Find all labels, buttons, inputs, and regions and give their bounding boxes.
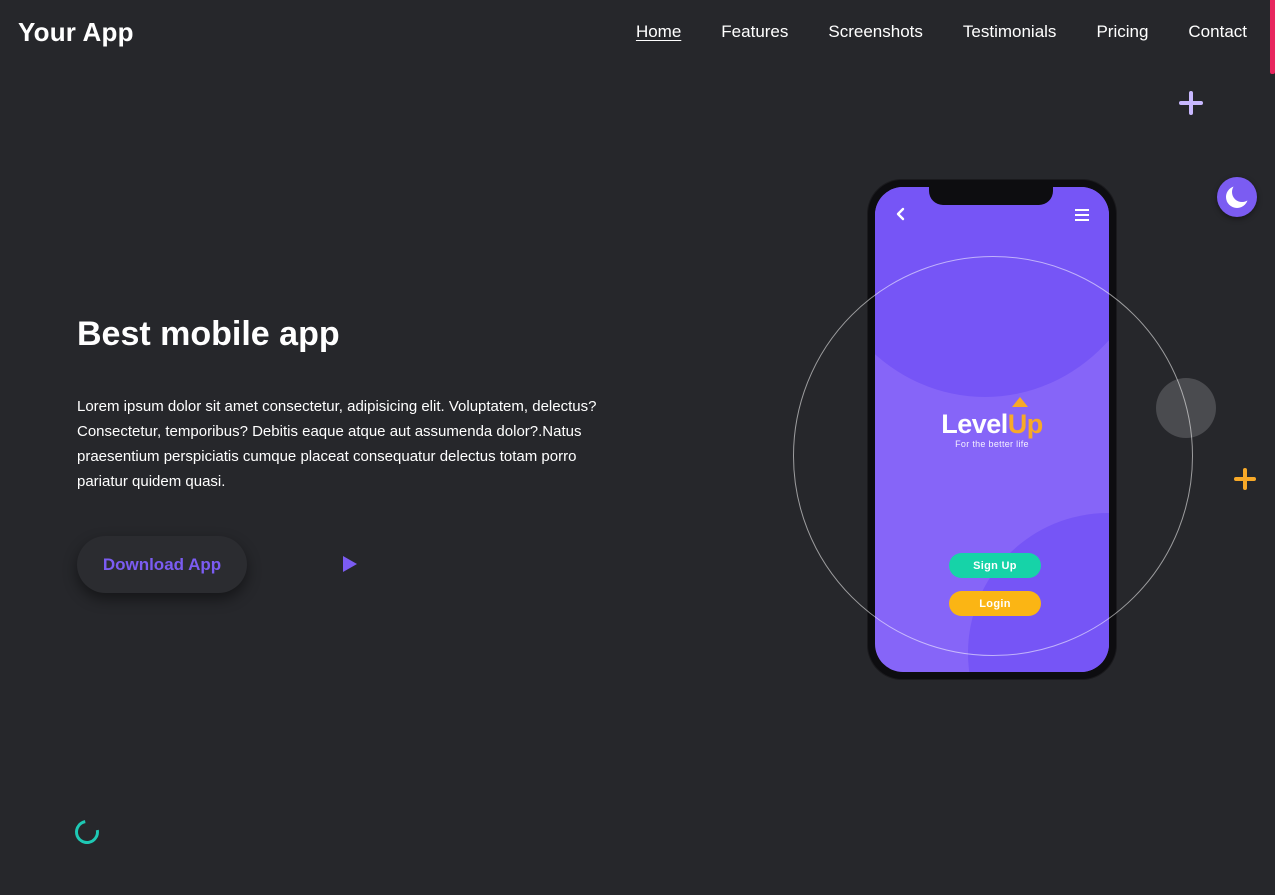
phone-signup-button[interactable]: Sign Up <box>949 553 1041 578</box>
levelup-logo: Level Up For the better life <box>875 397 1109 449</box>
nav-link-features[interactable]: Features <box>721 22 788 42</box>
brand-up-text: Up <box>1007 397 1044 439</box>
brand-up-label: Up <box>1007 409 1044 439</box>
screen-blob-top <box>875 187 1109 397</box>
main-nav: Home Features Screenshots Testimonials P… <box>596 22 1247 42</box>
moon-icon <box>1226 182 1252 208</box>
hero-description: Lorem ipsum dolor sit amet consectetur, … <box>77 398 597 490</box>
phone-screen: Level Up For the better life Sign Up Logi… <box>875 187 1109 672</box>
phone-login-button[interactable]: Login <box>949 591 1041 616</box>
levelup-wordmark: Level Up <box>941 397 1044 440</box>
brand-tagline: For the better life <box>955 439 1029 449</box>
nav-link-testimonials[interactable]: Testimonials <box>963 22 1057 42</box>
site-logo[interactable]: Your App <box>18 17 134 48</box>
plus-icon <box>1233 467 1257 496</box>
scrollbar-thumb[interactable] <box>1270 0 1275 74</box>
play-icon[interactable] <box>340 554 360 574</box>
nav-link-contact[interactable]: Contact <box>1188 22 1247 42</box>
chevron-left-icon[interactable] <box>895 207 907 226</box>
brand-level-text: Level <box>941 409 1008 439</box>
arrow-up-icon <box>1011 397 1028 407</box>
spinner-icon <box>70 815 104 849</box>
download-app-button[interactable]: Download App <box>77 536 247 593</box>
nav-link-pricing[interactable]: Pricing <box>1096 22 1148 42</box>
hero-title: Best mobile app <box>77 315 340 353</box>
theme-toggle-button[interactable] <box>1217 177 1257 217</box>
landing-page: Your App Home Features Screenshots Testi… <box>0 0 1275 895</box>
decorative-dot <box>1156 378 1216 438</box>
phone-notch <box>929 187 1053 205</box>
scrollbar-track[interactable] <box>1269 0 1275 895</box>
nav-link-home[interactable]: Home <box>636 22 681 42</box>
phone-mockup: Level Up For the better life Sign Up Logi… <box>868 180 1116 679</box>
plus-icon <box>1178 90 1204 121</box>
nav-link-screenshots[interactable]: Screenshots <box>828 22 923 42</box>
hamburger-icon[interactable] <box>1075 208 1089 226</box>
